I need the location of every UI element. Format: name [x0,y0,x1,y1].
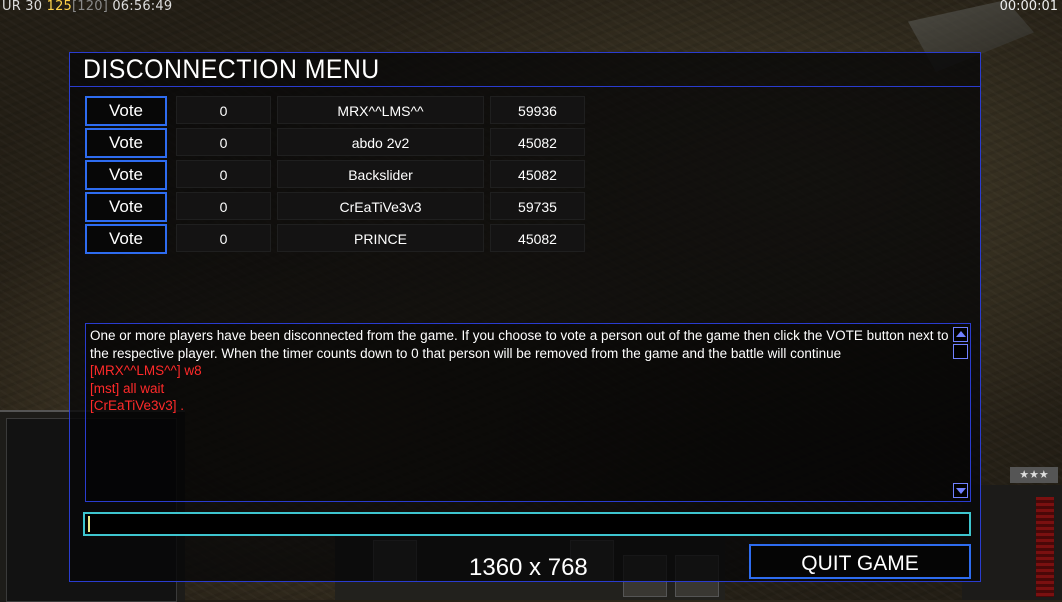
power-meter [1036,497,1054,597]
vote-count: 0 [176,224,271,252]
text-caret [88,516,90,532]
quit-game-button[interactable]: QUIT GAME [749,544,971,579]
resolution-label: 1360 x 768 [469,554,588,581]
player-name: CrEaTiVe3v3 [277,192,484,220]
hud-game-timer: 00:00:01 [999,0,1058,14]
hud-status-prefix: UR [2,0,21,14]
scroll-down-arrow-icon[interactable] [953,483,968,498]
player-ping: 45082 [490,160,585,188]
chat-message: [MRX^^LMS^^] w8 [90,363,202,378]
player-ping: 45082 [490,128,585,156]
hud-clock: 06:56:49 [112,0,173,14]
title-divider [70,86,980,87]
vote-button[interactable]: Vote [85,160,167,190]
dialog-title: DISCONNECTION MENU [83,54,380,84]
chat-input[interactable] [83,512,971,536]
hud-fps: 30 [25,0,43,14]
player-ping: 45082 [490,224,585,252]
system-message: One or more players have been disconnect… [90,328,949,361]
chat-log[interactable]: One or more players have been disconnect… [85,323,971,502]
player-name: Backslider [277,160,484,188]
player-name: PRINCE [277,224,484,252]
hud-value-a: 125 [46,0,73,14]
hud-value-b: [120] [72,0,108,14]
chat-log-content: One or more players have been disconnect… [90,327,952,415]
vote-button[interactable]: Vote [85,128,167,158]
scroll-up-arrow-icon[interactable] [953,327,968,342]
player-name: MRX^^LMS^^ [277,96,484,124]
vote-count: 0 [176,192,271,220]
vote-button[interactable]: Vote [85,96,167,126]
disconnection-dialog: DISCONNECTION MENU Vote 0 MRX^^LMS^^ 599… [69,52,981,582]
vote-count: 0 [176,128,271,156]
chat-message: [CrEaTiVe3v3] . [90,398,185,413]
vote-count: 0 [176,160,271,188]
rank-stars-icon: ★★★ [1010,467,1058,483]
chat-message: [mst] all wait [90,380,165,396]
vote-button[interactable]: Vote [85,224,167,254]
player-name: abdo 2v2 [277,128,484,156]
player-ping: 59735 [490,192,585,220]
vote-count: 0 [176,96,271,124]
scrollbar-thumb[interactable] [953,344,968,359]
vote-button[interactable]: Vote [85,192,167,222]
player-ping: 59936 [490,96,585,124]
hud-status-bar: UR 30 125[120] 06:56:49 [0,0,172,14]
